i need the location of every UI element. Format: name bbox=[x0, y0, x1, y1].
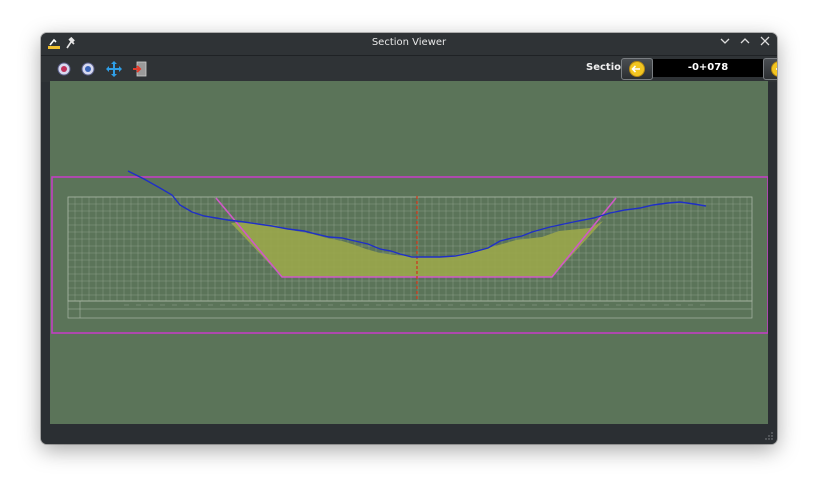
section-viewer-window: Section Viewer Section: -0+078 bbox=[41, 33, 777, 444]
status-bar bbox=[41, 424, 777, 444]
section-canvas[interactable] bbox=[50, 81, 769, 424]
grid-border bbox=[67, 196, 753, 302]
pan-icon[interactable] bbox=[105, 60, 123, 78]
title-bar[interactable]: Section Viewer bbox=[41, 33, 777, 55]
resize-grip-icon[interactable] bbox=[765, 432, 773, 440]
window-title: Section Viewer bbox=[371, 37, 447, 48]
arrow-left-icon bbox=[629, 61, 645, 77]
close-button[interactable] bbox=[759, 36, 771, 50]
minimize-button[interactable] bbox=[719, 36, 731, 50]
section-value-field[interactable]: -0+078 bbox=[653, 59, 763, 77]
previous-section-button[interactable] bbox=[621, 58, 653, 80]
arrow-right-icon bbox=[771, 61, 777, 77]
grid bbox=[67, 196, 752, 301]
maximize-button[interactable] bbox=[739, 36, 751, 50]
exit-icon[interactable] bbox=[131, 60, 149, 78]
zoom-out-icon[interactable] bbox=[79, 60, 97, 78]
toolbar: Section : -0+078 bbox=[41, 55, 777, 82]
data-table bbox=[67, 300, 753, 319]
section-frame bbox=[51, 176, 769, 334]
cross-section-drawing bbox=[51, 170, 769, 334]
next-section-button[interactable] bbox=[763, 58, 777, 80]
zoom-in-icon[interactable] bbox=[55, 60, 73, 78]
